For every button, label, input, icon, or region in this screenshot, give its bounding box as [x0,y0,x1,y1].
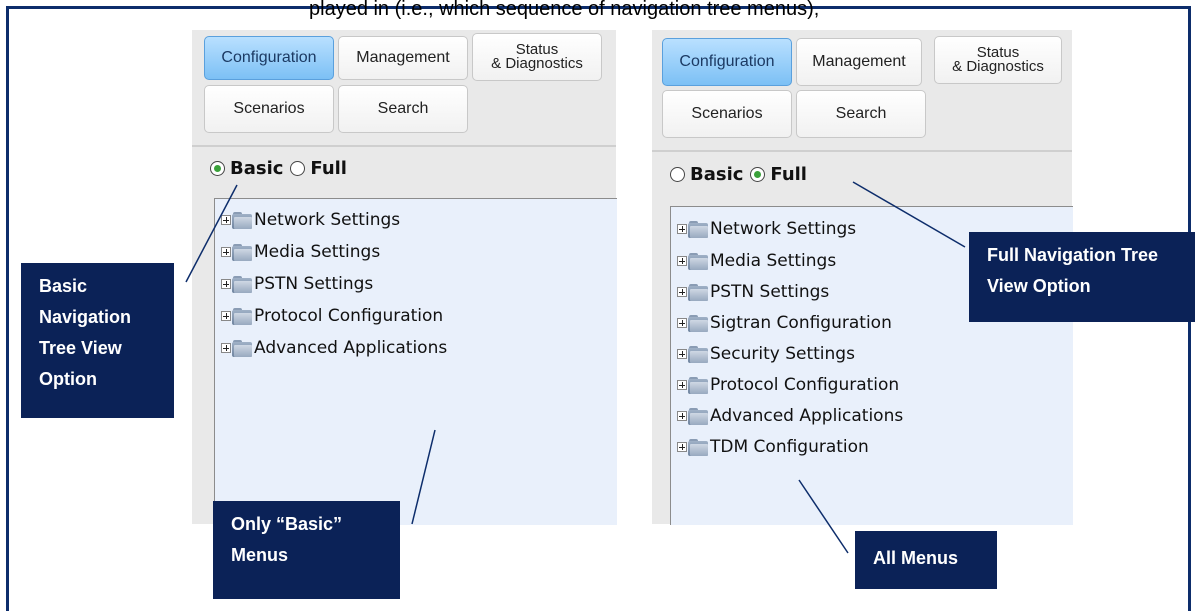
callout-only-basic-menus: Only “Basic” Menus [213,501,400,599]
leader-only-basic [411,429,436,525]
leader-all-menus [798,479,849,554]
leader-full [852,181,966,248]
leader-basic [185,184,238,283]
callout-all-menus: All Menus [855,531,997,589]
callout-basic-navigation: Basic Navigation Tree View Option [21,263,174,418]
callout-full-navigation: Full Navigation Tree View Option [969,232,1195,322]
